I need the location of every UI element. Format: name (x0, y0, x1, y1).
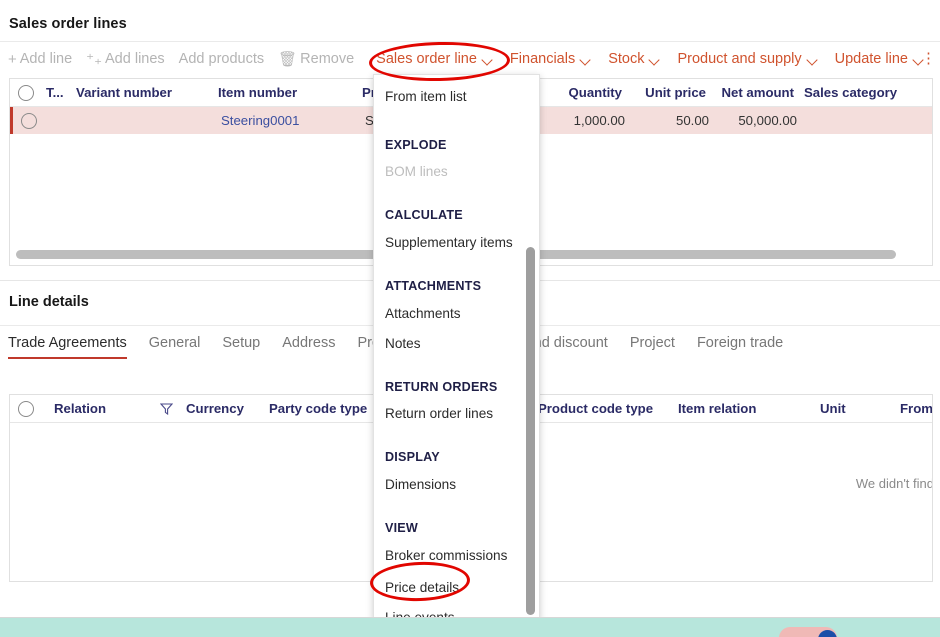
column-header-item_relation[interactable]: Item relation (678, 401, 756, 416)
toolbar-button-add-lines[interactable]: ⁺₊ Add lines (86, 44, 165, 74)
column-header-product_code_type[interactable]: Product code type (538, 401, 653, 416)
toolbar-button-add-line[interactable]: + Add line (8, 44, 72, 74)
title-divider (0, 41, 940, 42)
trash-icon: 🗑 (278, 50, 298, 68)
page-title: Sales order lines (9, 16, 127, 32)
menu-group-view: VIEW (385, 521, 418, 535)
toolbar-menu-product-and-supply[interactable]: Product and supply (677, 44, 818, 74)
menu-item-supplementary-items[interactable]: Supplementary items (385, 235, 513, 250)
cell-net_amount: 50,000.00 (738, 113, 797, 128)
toolbar-button-label: Add products (178, 51, 265, 67)
column-header-from[interactable]: From (900, 401, 932, 416)
toolbar-menu-label: Financials (509, 51, 576, 67)
tab-foreign-trade[interactable]: Foreign trade (697, 335, 783, 357)
toolbar-menu-label: Update line (834, 51, 908, 67)
cell-unit_price: 50.00 (675, 113, 709, 128)
toolbar-button-remove[interactable]: 🗑 Remove (278, 44, 354, 74)
menu-group-attachments: ATTACHMENTS (385, 279, 482, 293)
line-details-title: Line details (9, 294, 89, 310)
empty-state-message: We didn't find (855, 476, 933, 491)
toolbar-menu-label: Stock (608, 51, 645, 67)
menu-group-explode: EXPLODE (385, 138, 447, 152)
toolbar-button-add-products[interactable]: Add products (179, 44, 264, 74)
tab-project[interactable]: Project (630, 335, 675, 357)
menu-item-notes[interactable]: Notes (385, 336, 421, 351)
column-header-currency[interactable]: Currency (186, 401, 244, 416)
column-header-net_amount[interactable]: Net amount (715, 85, 794, 100)
column-header-unit_price[interactable]: Unit price (640, 85, 706, 100)
tab-general[interactable]: General (149, 335, 201, 357)
add-lines-icon: ⁺₊ (86, 50, 103, 68)
menu-item-broker-commissions[interactable]: Broker commissions (385, 548, 507, 563)
select-all-radio[interactable] (18, 401, 34, 417)
column-header-relation[interactable]: Relation (54, 401, 106, 416)
scrollbar-thumb[interactable] (526, 247, 535, 615)
column-header-type[interactable]: T... (46, 85, 64, 100)
toolbar-overflow-icon[interactable]: ⋮ (921, 49, 936, 67)
tab-setup[interactable]: Setup (222, 335, 260, 357)
cell-item_number[interactable]: Steering0001 (221, 113, 299, 128)
tab-trade-agreements[interactable]: Trade Agreements (8, 335, 127, 359)
menu-item-bom-lines: BOM lines (385, 164, 448, 179)
toolbar-button-label: Add line (19, 51, 73, 67)
menu-group-display: DISPLAY (385, 450, 440, 464)
chevron-down-icon (808, 56, 819, 63)
column-header-party_code_type[interactable]: Party code type (269, 401, 367, 416)
toolbar-menu-financials[interactable]: Financials (510, 44, 592, 74)
toolbar-button-label: Add lines (105, 51, 165, 67)
menu-item-attachments[interactable]: Attachments (385, 306, 461, 321)
column-header-unit[interactable]: Unit (820, 401, 846, 416)
chevron-down-icon (483, 56, 494, 63)
column-header-quantity[interactable]: Quantity (560, 85, 622, 100)
menu-item-price-details[interactable]: Price details (385, 580, 459, 595)
tab-address[interactable]: Address (282, 335, 335, 357)
menu-item-return-order-lines[interactable]: Return order lines (385, 406, 493, 421)
column-header-item_number[interactable]: Item number (218, 85, 297, 100)
sales-order-line-dropdown-menu[interactable]: From item list EXPLODE BOM lines CALCULATE S… (373, 74, 540, 620)
menu-group-return-orders: RETURN ORDERS (385, 380, 498, 394)
toolbar-menu-label: Sales order line (376, 51, 477, 67)
filter-icon[interactable] (159, 402, 174, 416)
toolbar-button-label: Remove (300, 51, 355, 67)
menu-group-calculate: CALCULATE (385, 208, 463, 222)
column-header-sales_category[interactable]: Sales category (804, 85, 897, 100)
app-window: Sales order lines + Add line ⁺₊ Add lines Ad… (0, 0, 940, 637)
menu-item-dimensions[interactable]: Dimensions (385, 477, 456, 492)
toolbar-menu-sales-order-line[interactable]: Sales order line (376, 44, 494, 74)
chevron-down-icon (581, 56, 592, 63)
toolbar-menu-stock[interactable]: Stock (608, 44, 661, 74)
menu-scrollbar[interactable] (526, 81, 535, 615)
select-all-radio[interactable] (18, 85, 34, 101)
chevron-down-icon (650, 56, 661, 63)
menu-item-from-item-list[interactable]: From item list (385, 89, 467, 104)
toolbar-menu-update-line[interactable]: Update line (835, 44, 925, 74)
cell-quantity: 1,000.00 (573, 113, 625, 128)
os-taskbar (0, 617, 940, 637)
row-select-radio[interactable] (21, 113, 37, 129)
toolbar-menu-label: Product and supply (677, 51, 802, 67)
column-header-variant_number[interactable]: Variant number (76, 85, 172, 100)
plus-icon: + (8, 50, 17, 68)
sales-order-lines-toolbar: + Add line ⁺₊ Add lines Add products 🗑 Remove S… (0, 43, 940, 75)
